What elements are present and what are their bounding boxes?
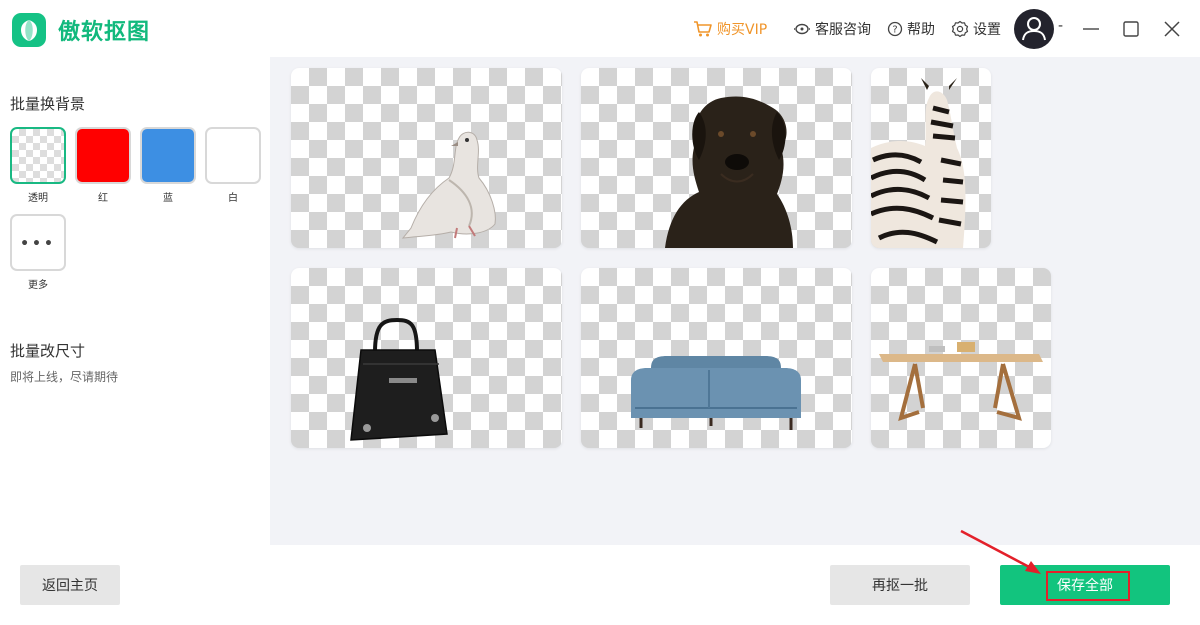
close-icon (1164, 21, 1180, 37)
title-bar: 傲软抠图 购买VIP 客服咨询 ? 帮助 设置 - (0, 0, 1200, 57)
swatch-label: 红 (98, 193, 108, 204)
headset-icon (794, 23, 810, 35)
cutout-again-button[interactable]: 再抠一批 (830, 565, 970, 605)
back-home-button[interactable]: 返回主页 (20, 565, 120, 605)
minimize-button[interactable] (1076, 14, 1106, 44)
settings-label: 设置 (973, 22, 1001, 38)
app-logo-icon (12, 13, 46, 47)
customer-service-button[interactable]: 客服咨询 (793, 18, 871, 40)
minimize-icon (1083, 28, 1099, 30)
help-button[interactable]: ? 帮助 (887, 18, 935, 40)
swatch-white[interactable] (205, 127, 261, 184)
maximize-icon (1123, 21, 1139, 37)
image-card-dog[interactable] (581, 68, 852, 248)
customer-service-label: 客服咨询 (815, 22, 871, 38)
gear-icon (951, 20, 969, 38)
swatch-transparent[interactable] (10, 127, 66, 184)
app-name: 傲软抠图 (58, 20, 151, 45)
maximize-button[interactable] (1116, 14, 1146, 44)
swatch-blue[interactable] (140, 127, 196, 184)
batch-background-title: 批量换背景 (10, 95, 86, 113)
swatch-label: 白 (228, 193, 238, 204)
buy-vip-button[interactable]: 购买VIP (693, 18, 767, 40)
image-card-sofa[interactable] (581, 268, 852, 448)
image-card-table[interactable] (871, 268, 1051, 448)
close-button[interactable] (1157, 14, 1187, 44)
batch-resize-subtitle: 即将上线，尽请期待 (10, 370, 119, 384)
more-dots-icon: ••• (20, 236, 56, 252)
swatch-label: 更多 (28, 280, 48, 291)
sidebar: 批量换背景 透明 红 蓝 白 ••• 更多 批量改尺寸 即将上线，尽请期待 (0, 57, 270, 545)
swatch-label: 透明 (28, 193, 48, 204)
user-avatar[interactable] (1014, 9, 1054, 49)
image-grid (270, 57, 1200, 545)
help-icon: ? (887, 21, 903, 37)
user-name: - (1058, 18, 1064, 34)
batch-resize-title: 批量改尺寸 (10, 342, 86, 360)
pointer-arrow-icon (960, 529, 1041, 574)
app-window: 傲软抠图 购买VIP 客服咨询 ? 帮助 设置 - 批量换背景 透明 红 蓝 白… (0, 0, 1200, 625)
svg-text:?: ? (892, 25, 897, 36)
image-card-pigeon[interactable] (291, 68, 562, 248)
swatch-red[interactable] (75, 127, 131, 184)
settings-button[interactable]: 设置 (951, 18, 1001, 40)
buy-vip-label: 购买VIP (717, 22, 768, 38)
image-card-zebra[interactable] (871, 68, 991, 248)
help-label: 帮助 (907, 22, 935, 38)
swatch-label: 蓝 (163, 193, 173, 204)
swatch-more-button[interactable]: ••• (10, 214, 66, 271)
cart-icon (694, 21, 712, 37)
image-card-handbag[interactable] (291, 268, 562, 448)
